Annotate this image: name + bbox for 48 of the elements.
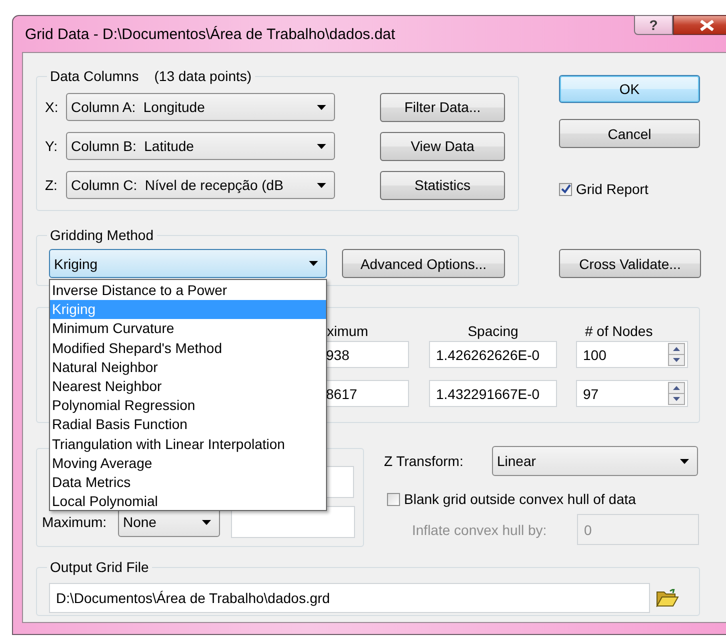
window-title: Grid Data - D:\Documentos\Área de Trabalho\dados.dat bbox=[25, 26, 396, 42]
method-dropdown[interactable]: Kriging bbox=[49, 249, 327, 278]
caret-icon bbox=[317, 144, 326, 148]
output-path-field[interactable]: D:\Documentos\Área de Trabalho\dados.grd bbox=[49, 583, 650, 613]
dropdown-option[interactable]: Data Metrics bbox=[50, 472, 326, 492]
nodes-field[interactable]: 97 bbox=[576, 380, 688, 407]
nodes-field[interactable]: 100 bbox=[576, 341, 688, 368]
spin-buttons[interactable] bbox=[668, 382, 685, 405]
column-header: Spacing bbox=[466, 323, 520, 339]
caret-icon bbox=[317, 104, 326, 110]
caret-icon bbox=[317, 182, 326, 188]
dropdown-option[interactable]: Minimum Curvature bbox=[50, 319, 326, 339]
inflate-label: Inflate convex hull by: bbox=[412, 522, 548, 538]
axis-label: X: bbox=[44, 99, 60, 115]
ok-button[interactable]: OK bbox=[559, 75, 700, 103]
cross-validate-button[interactable]: Cross Validate... bbox=[559, 249, 701, 278]
folder-icon[interactable] bbox=[656, 589, 679, 607]
checkbox[interactable] bbox=[559, 182, 572, 196]
advanced-options-button[interactable]: Advanced Options... bbox=[342, 249, 505, 278]
close-icon bbox=[700, 20, 714, 30]
axis-label: Y: bbox=[44, 138, 58, 154]
column-dropdown[interactable]: Column C: Nível de recepção (dB bbox=[66, 171, 335, 199]
dropdown-option[interactable]: Moving Average bbox=[50, 454, 326, 473]
caret-icon bbox=[202, 520, 211, 524]
column-header: # of Nodes bbox=[584, 323, 654, 339]
help-button[interactable]: ? bbox=[634, 15, 673, 35]
caret-icon bbox=[309, 261, 318, 266]
column-header: ximum bbox=[326, 323, 370, 339]
dropdown-option[interactable]: Triangulation with Linear Interpolation bbox=[50, 434, 326, 454]
z-transform-label: Z Transform: bbox=[384, 453, 464, 469]
z-transform-dropdown[interactable]: Linear bbox=[492, 446, 698, 476]
cancel-button[interactable]: Cancel bbox=[559, 119, 700, 148]
dropdown-option[interactable]: Inverse Distance to a Power bbox=[50, 281, 326, 300]
data-button[interactable]: Filter Data... bbox=[380, 92, 505, 122]
checkbox-label: Blank grid outside convex hull of data bbox=[404, 491, 636, 507]
data-button[interactable]: View Data bbox=[380, 132, 505, 160]
column-dropdown[interactable]: Column A: Longitude bbox=[66, 93, 335, 121]
axis-label: Z: bbox=[44, 177, 58, 193]
checkbox[interactable] bbox=[387, 492, 400, 506]
maximum-label: Maximum: bbox=[42, 514, 108, 530]
spacing-field[interactable]: 1.426262626E-0 bbox=[429, 341, 557, 368]
spin-buttons[interactable] bbox=[668, 343, 685, 366]
dropdown-option[interactable]: Radial Basis Function bbox=[50, 415, 326, 434]
column-dropdown[interactable]: Column B: Latitude bbox=[66, 132, 335, 160]
spacing-field[interactable]: 1.432291667E-0 bbox=[429, 380, 557, 407]
data-button[interactable]: Statistics bbox=[380, 170, 505, 200]
caret-icon bbox=[680, 458, 689, 464]
checkbox-label: Grid Report bbox=[576, 181, 648, 197]
